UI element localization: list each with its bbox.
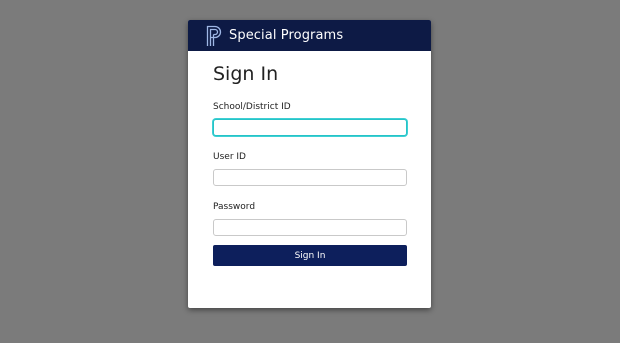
login-form: Sign In School/District ID User ID Passw… <box>188 51 431 266</box>
sign-in-button[interactable]: Sign In <box>213 245 407 266</box>
login-card: Special Programs Sign In School/District… <box>188 20 431 308</box>
user-id-label: User ID <box>213 152 246 162</box>
password-label: Password <box>213 202 256 212</box>
school-district-id-input[interactable] <box>213 119 407 136</box>
powerschool-p-logo-icon <box>206 25 222 47</box>
brand-name: Special Programs <box>229 28 344 43</box>
app-header: Special Programs <box>188 20 431 51</box>
page-background: Special Programs Sign In School/District… <box>0 0 620 343</box>
school-district-id-label: School/District ID <box>213 102 291 112</box>
user-id-input[interactable] <box>213 169 407 186</box>
school-district-id-field: School/District ID <box>213 101 407 136</box>
user-id-field: User ID <box>213 151 407 186</box>
password-input[interactable] <box>213 219 407 236</box>
password-field: Password <box>213 201 407 236</box>
page-title: Sign In <box>213 63 279 85</box>
